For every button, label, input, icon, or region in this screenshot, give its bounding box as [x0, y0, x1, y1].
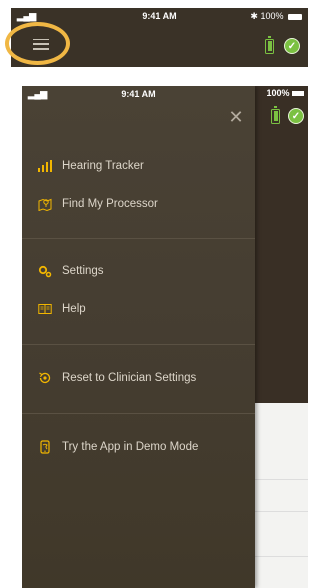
device-status-icons-under: ✓ — [271, 106, 304, 124]
battery-text: ✱ 100% — [250, 11, 284, 21]
app-screen-menu-open: 100% ✓ ▂▄▆ 9:41 AM ✕ Hearing Tracker Fin… — [22, 86, 308, 588]
menu-divider — [22, 344, 255, 345]
menu-item-settings[interactable]: Settings — [22, 254, 255, 288]
processor-battery-icon — [271, 106, 280, 124]
status-time: 9:41 AM — [121, 89, 156, 99]
menu-item-reset-clinician[interactable]: Reset to Clinician Settings — [22, 361, 255, 395]
connected-check-icon: ✓ — [288, 108, 304, 124]
device-status-icons: ✓ — [265, 36, 300, 54]
menu-highlight-ring — [5, 22, 70, 65]
status-bar: ▂▄▆ 9:41 AM — [22, 86, 255, 102]
status-bar: ▂▄▆ 9:41 AM ✱ 100% — [11, 8, 308, 24]
processor-battery-icon[interactable] — [265, 36, 274, 54]
menu-item-label: Find My Processor — [62, 198, 158, 210]
menu-item-label: Reset to Clinician Settings — [62, 372, 197, 384]
signal-bars-icon — [37, 159, 53, 173]
book-icon — [38, 302, 52, 316]
close-button[interactable]: ✕ — [225, 106, 247, 128]
menu-item-hearing-tracker[interactable]: Hearing Tracker — [22, 149, 255, 183]
connected-check-icon[interactable]: ✓ — [284, 38, 300, 54]
menu-item-find-my-processor[interactable]: Find My Processor — [22, 187, 255, 221]
menu-divider — [22, 413, 255, 414]
menu-item-help[interactable]: Help — [22, 292, 255, 326]
settings-key-icon — [38, 264, 52, 278]
menu-item-demo-mode[interactable]: Try the App in Demo Mode — [22, 430, 255, 464]
demo-phone-icon — [38, 440, 52, 454]
map-location-icon — [38, 197, 52, 211]
battery-status: ✱ 100% — [250, 11, 302, 22]
menu-item-label: Help — [62, 303, 86, 315]
side-menu-drawer: ▂▄▆ 9:41 AM ✕ Hearing Tracker Find My Pr… — [22, 86, 255, 588]
battery-icon — [288, 13, 302, 20]
menu-divider — [22, 238, 255, 239]
menu-item-label: Try the App in Demo Mode — [62, 441, 199, 453]
reset-icon — [38, 371, 52, 385]
menu-item-label: Settings — [62, 265, 104, 277]
menu-item-label: Hearing Tracker — [62, 160, 144, 172]
status-battery-text: 100% — [266, 88, 304, 98]
